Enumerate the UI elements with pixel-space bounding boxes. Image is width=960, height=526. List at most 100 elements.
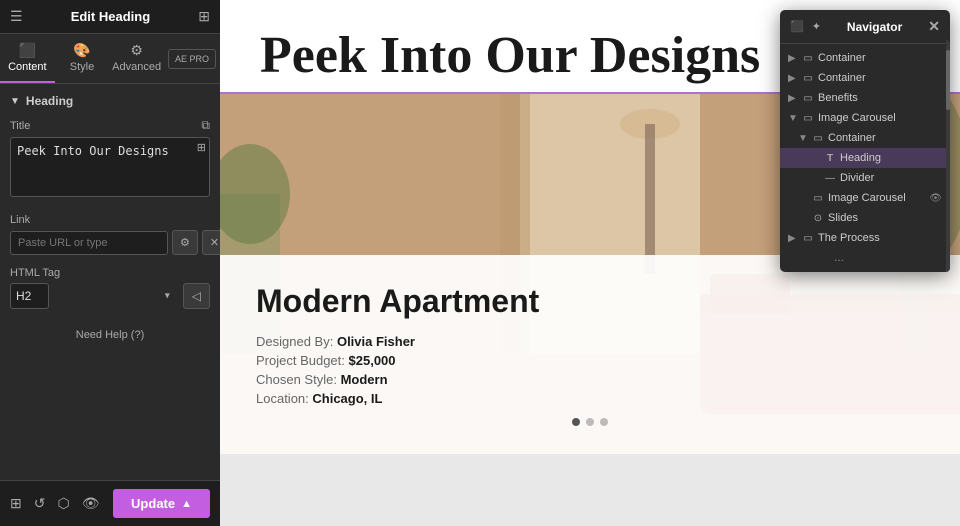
title-label: Title ⧉ <box>10 118 210 133</box>
responsive-icon[interactable]: ⬡ <box>57 495 69 512</box>
navigator-panel: ⬛ ✦ Navigator ✕ ▶ ▭ Container ▶ ▭ Contai… <box>780 10 950 272</box>
apartment-title: Modern Apartment <box>256 283 924 320</box>
navigator-close-button[interactable]: ✕ <box>928 18 940 35</box>
nav-item-image-carousel-child[interactable]: ▭ Image Carousel 👁 <box>780 188 950 208</box>
nav-item-label: Image Carousel <box>828 192 925 204</box>
nav-item-container-child[interactable]: ▼ ▭ Container <box>780 128 950 148</box>
html-tag-label: HTML Tag <box>10 267 210 279</box>
nav-arrow-icon: ▶ <box>788 53 798 64</box>
nav-search-icon[interactable]: ✦ <box>812 20 821 33</box>
bottom-icons: ⊞ ↺ ⬡ 👁 <box>10 495 99 512</box>
nav-item-label: Container <box>818 72 942 84</box>
budget-label: Project Budget: <box>256 353 345 368</box>
left-panel: ☰ Edit Heading ⊞ ⬛ Content 🎨 Style ⚙ Adv… <box>0 0 220 526</box>
nav-item-label: Divider <box>840 172 942 184</box>
help-icon[interactable]: (?) <box>131 329 144 341</box>
ae-pro-button[interactable]: AE PRO <box>168 49 216 69</box>
nav-item-label: The Process <box>818 232 942 244</box>
nav-arrow-down-icon: ▼ <box>798 133 808 144</box>
title-options-icon[interactable]: ⧉ <box>201 118 210 133</box>
nav-item-slides[interactable]: ⊙ Slides <box>780 208 950 228</box>
need-help-text: Need Help <box>76 329 128 341</box>
section-label: Heading <box>26 94 73 108</box>
nav-scroll-thumb[interactable] <box>946 50 950 110</box>
link-settings-button[interactable]: ⚙ <box>172 230 198 255</box>
nav-item-label: Heading <box>840 152 942 164</box>
nav-item-label: Container <box>818 52 942 64</box>
history-icon[interactable]: ↺ <box>34 495 46 512</box>
carousel-dots <box>256 418 924 426</box>
detail-budget: Project Budget: $25,000 <box>256 353 924 368</box>
nav-item-benefits[interactable]: ▶ ▭ Benefits <box>780 88 950 108</box>
panel-tabs: ⬛ Content 🎨 Style ⚙ Advanced AE PRO <box>0 34 220 84</box>
tab-advanced[interactable]: ⚙ Advanced <box>109 34 164 83</box>
nav-item-divider[interactable]: — Divider <box>780 168 950 188</box>
update-label: Update <box>131 496 175 511</box>
style-value: Modern <box>341 372 388 387</box>
tab-style[interactable]: 🎨 Style <box>55 34 110 83</box>
nav-arrow-down-icon: ▼ <box>788 113 798 124</box>
update-arrow-icon: ▲ <box>181 498 192 510</box>
html-tag-select-wrap: H1 H2 H3 H4 H5 H6 div span p ▾ <box>10 283 177 309</box>
textarea-copy-icon[interactable]: ⊞ <box>197 141 206 154</box>
advanced-tab-icon: ⚙ <box>109 42 164 59</box>
nav-process-icon: ▭ <box>802 233 814 244</box>
tab-style-label: Style <box>70 61 94 73</box>
section-arrow-icon: ▼ <box>10 96 20 107</box>
detail-location: Location: Chicago, IL <box>256 391 924 406</box>
nav-layout-icon[interactable]: ⬛ <box>790 20 804 33</box>
panel-content: ▼ Heading Title ⧉ Peek Into Our Designs … <box>0 84 220 480</box>
link-input-wrap: ⚙ ✕ <box>10 230 210 255</box>
nav-divider-icon: — <box>824 173 836 184</box>
nav-item-label: Benefits <box>818 92 942 104</box>
nav-slides-icon: ⊙ <box>812 213 824 224</box>
link-field-group: Link ⚙ ✕ <box>10 214 210 255</box>
html-tag-select[interactable]: H1 H2 H3 H4 H5 H6 div span p <box>10 283 49 309</box>
dot-2[interactable] <box>586 418 594 426</box>
title-field-group: Title ⧉ Peek Into Our Designs ⊞ <box>10 118 210 202</box>
nav-eye-icon[interactable]: 👁 <box>929 193 942 204</box>
select-arrow-icon: ▾ <box>165 291 170 302</box>
location-label: Location: <box>256 391 309 406</box>
tab-content[interactable]: ⬛ Content <box>0 34 55 83</box>
html-tag-wrap: H1 H2 H3 H4 H5 H6 div span p ▾ ◁ <box>10 283 210 309</box>
nav-item-the-process[interactable]: ▶ ▭ The Process <box>780 228 950 248</box>
nav-carousel-child-icon: ▭ <box>812 193 824 204</box>
nav-container-icon: ▭ <box>812 133 824 144</box>
budget-value: $25,000 <box>349 353 396 368</box>
designed-by-label: Designed By: <box>256 334 333 349</box>
nav-item-image-carousel[interactable]: ▼ ▭ Image Carousel <box>780 108 950 128</box>
nav-benefits-icon: ▭ <box>802 93 814 104</box>
link-label: Link <box>10 214 210 226</box>
dot-1[interactable] <box>572 418 580 426</box>
nav-more: ... <box>780 248 950 268</box>
bottom-toolbar: ⊞ ↺ ⬡ 👁 Update ▲ <box>0 480 220 526</box>
interior-overlay: Modern Apartment Designed By: Olivia Fis… <box>220 255 960 454</box>
location-value: Chicago, IL <box>312 391 382 406</box>
dot-3[interactable] <box>600 418 608 426</box>
title-textarea-wrap: Peek Into Our Designs ⊞ <box>10 137 210 202</box>
title-textarea[interactable]: Peek Into Our Designs <box>10 137 210 197</box>
layers-icon[interactable]: ⊞ <box>10 495 22 512</box>
preview-icon[interactable]: 👁 <box>82 495 100 512</box>
nav-item-heading[interactable]: T Heading <box>780 148 950 168</box>
designed-by-value: Olivia Fisher <box>337 334 415 349</box>
nav-arrow-icon: ▶ <box>788 233 798 244</box>
need-help-section: Need Help (?) <box>10 329 210 341</box>
update-button[interactable]: Update ▲ <box>113 489 210 518</box>
link-remove-button[interactable]: ✕ <box>202 230 220 255</box>
tab-content-label: Content <box>8 61 47 73</box>
grid-icon[interactable]: ⊞ <box>198 8 210 25</box>
content-tab-icon: ⬛ <box>0 42 55 59</box>
main-content: Peek Into Our Designs Modern Apartment <box>220 0 960 526</box>
nav-item-label: Container <box>828 132 942 144</box>
nav-container-icon: ▭ <box>802 53 814 64</box>
link-input[interactable] <box>10 231 168 255</box>
hamburger-icon[interactable]: ☰ <box>10 8 23 25</box>
section-header: ▼ Heading <box>10 94 210 108</box>
nav-item-container-2[interactable]: ▶ ▭ Container <box>780 68 950 88</box>
nav-heading-icon: T <box>824 153 836 164</box>
nav-header-left-icons: ⬛ ✦ <box>790 20 821 33</box>
nav-item-container-1[interactable]: ▶ ▭ Container <box>780 48 950 68</box>
collapse-button[interactable]: ◁ <box>183 283 210 309</box>
